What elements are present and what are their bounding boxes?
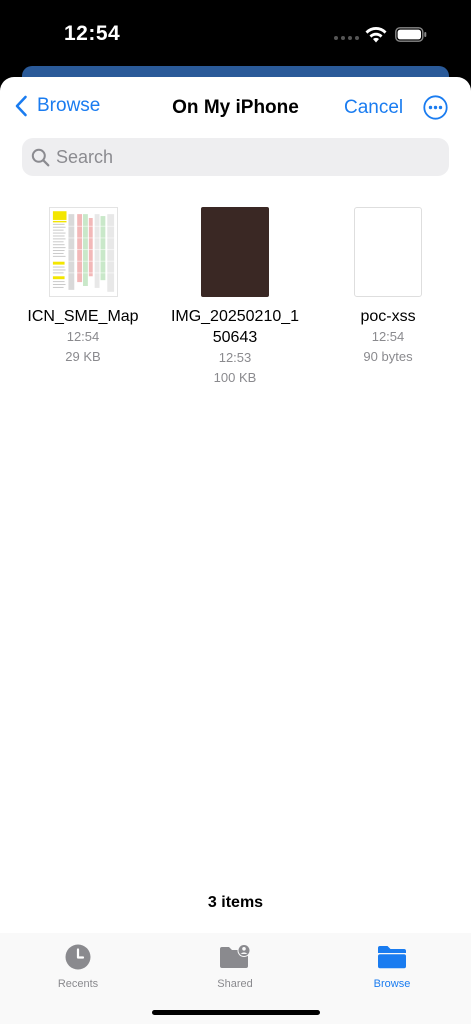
shared-folder-icon — [220, 944, 251, 968]
navigation-bar: Browse On My iPhone Cancel — [0, 77, 471, 137]
tab-browse[interactable]: Browse — [332, 943, 452, 990]
photo-thumbnail — [201, 207, 269, 297]
file-item[interactable]: IMG_20250210_1 50643 12:53 100 KB — [160, 207, 310, 388]
clock-icon — [65, 944, 91, 970]
file-name: poc-xss — [360, 308, 416, 325]
cellular-signal-icon — [334, 36, 359, 40]
tab-label: Browse — [373, 978, 411, 990]
spreadsheet-thumbnail — [48, 207, 118, 297]
file-size: 29 KB — [65, 349, 101, 364]
folder-icon — [378, 946, 406, 969]
search-bar[interactable] — [22, 138, 449, 176]
document-thumbnail — [354, 207, 422, 297]
back-button-label: Browse — [37, 95, 101, 116]
battery-icon — [395, 27, 427, 42]
file-time: 12:53 — [218, 350, 252, 365]
tab-shared[interactable]: Shared — [175, 943, 295, 990]
tab-label: Shared — [217, 978, 253, 990]
search-input[interactable] — [56, 146, 416, 168]
file-time: 12:54 — [66, 329, 100, 344]
file-name: IMG_20250210_1 50643 — [170, 308, 300, 346]
browse-back-button[interactable]: Browse — [14, 95, 100, 117]
file-item[interactable]: ICN_SME_Map 12:54 29 KB — [8, 207, 158, 367]
file-size: 100 KB — [213, 370, 257, 385]
file-time: 12:54 — [371, 329, 405, 344]
status-bar: 12:54 — [0, 0, 471, 70]
search-icon — [31, 148, 50, 166]
home-indicator[interactable] — [152, 1010, 320, 1015]
tab-label: Recents — [57, 978, 99, 990]
items-count: 3 items — [207, 894, 264, 911]
more-options-icon[interactable] — [423, 95, 448, 120]
cancel-button[interactable]: Cancel — [344, 97, 403, 119]
status-time: 12:54 — [64, 22, 121, 45]
tab-recents[interactable]: Recents — [18, 943, 138, 990]
file-name: ICN_SME_Map — [27, 308, 139, 325]
document-picker-sheet: Browse On My iPhone Cancel Search ICN_SM… — [0, 77, 471, 1024]
wifi-icon — [365, 27, 387, 43]
chevron-left-icon — [15, 95, 27, 117]
file-item[interactable]: poc-xss 12:54 90 bytes — [313, 207, 463, 367]
file-size: 90 bytes — [363, 349, 413, 364]
